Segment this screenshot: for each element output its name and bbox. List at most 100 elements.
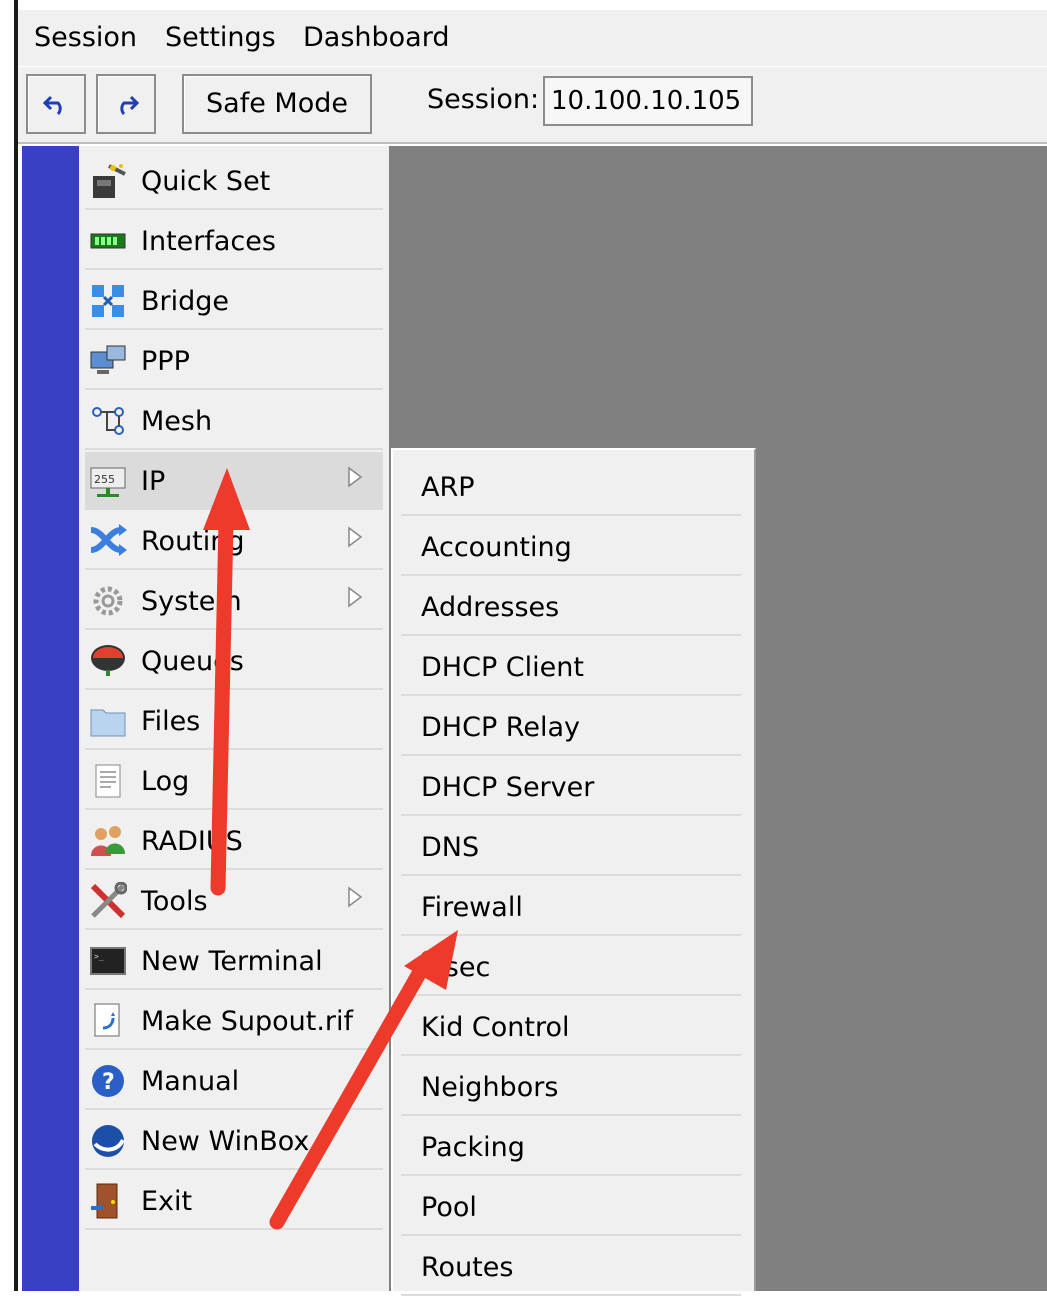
radius-icon xyxy=(89,822,127,860)
tools-icon xyxy=(89,881,128,920)
submenu-item-accounting[interactable]: Accounting xyxy=(401,518,741,576)
svg-text:>_: >_ xyxy=(94,952,104,961)
submenu-item-dhcp-server[interactable]: DHCP Server xyxy=(401,758,741,816)
sidebar-item-mesh[interactable]: Mesh xyxy=(85,392,383,450)
exit-icon xyxy=(89,1182,127,1220)
interfaces-icon xyxy=(89,222,127,260)
sidebar-item-files[interactable]: Files xyxy=(85,692,383,750)
submenu-item-dhcp-relay[interactable]: DHCP Relay xyxy=(401,698,741,756)
sidebar-item-label: RADIUS xyxy=(141,826,243,857)
undo-button[interactable] xyxy=(26,74,86,134)
submenu-item-kid-control[interactable]: Kid Control xyxy=(401,998,741,1056)
submenu-item-dhcp-client[interactable]: DHCP Client xyxy=(401,638,741,696)
submenu-item-label: Accounting xyxy=(421,532,572,563)
winbox-window: Session Settings Dashboard Safe Mode Ses… xyxy=(0,0,1047,1296)
sidebar-item-exit[interactable]: Exit xyxy=(85,1172,383,1230)
sidebar-item-ip[interactable]: 255 IP xyxy=(85,452,383,510)
sidebar-item-tools[interactable]: Tools xyxy=(85,872,383,930)
sidebar-item-system[interactable]: System xyxy=(85,572,383,630)
queues-icon xyxy=(89,642,127,680)
submenu-item-label: ARP xyxy=(421,472,475,503)
submenu-item-pool[interactable]: Pool xyxy=(401,1178,741,1236)
log-icon xyxy=(89,762,127,800)
submenu-arrow-icon xyxy=(347,586,363,608)
sidebar-item-radius[interactable]: RADIUS xyxy=(85,812,383,870)
session-field[interactable]: 10.100.10.105 xyxy=(543,76,753,126)
sidebar-item-label: IP xyxy=(141,466,166,497)
winbox-icon xyxy=(89,1122,127,1160)
terminal-icon: >_ xyxy=(89,942,127,980)
submenu-item-label: Routes xyxy=(421,1252,514,1283)
sidebar-item-label: Routing xyxy=(141,526,245,557)
sidebar-item-label: PPP xyxy=(141,346,190,377)
redo-icon xyxy=(120,95,139,115)
sidebar-item-label: Queues xyxy=(141,646,244,677)
system-icon xyxy=(89,582,127,620)
toolbar: Safe Mode Session: 10.100.10.105 xyxy=(18,66,1047,144)
sidebar-accent-strip xyxy=(22,146,79,1291)
svg-text:?: ? xyxy=(102,1070,115,1095)
sidebar-item-label: Tools xyxy=(141,886,208,917)
submenu-item-arp[interactable]: ARP xyxy=(401,458,741,516)
submenu-item-ipsec[interactable]: IPsec xyxy=(401,938,741,996)
sidebar-item-label: New WinBox xyxy=(141,1126,310,1157)
submenu-item-label: Addresses xyxy=(421,592,560,623)
redo-button[interactable] xyxy=(96,74,156,134)
sidebar-item-label: Quick Set xyxy=(141,166,271,197)
submenu-item-addresses[interactable]: Addresses xyxy=(401,578,741,636)
submenu-arrow-icon xyxy=(347,466,363,488)
ip-submenu: ARP Accounting Addresses DHCP Client DHCP Re… xyxy=(391,448,756,1296)
sidebar-item-log[interactable]: Log xyxy=(85,752,383,810)
submenu-item-firewall[interactable]: Firewall xyxy=(401,878,741,936)
sidebar-item-new-terminal[interactable]: >_ New Terminal xyxy=(85,932,383,990)
routing-icon xyxy=(89,522,127,560)
submenu-item-dns[interactable]: DNS xyxy=(401,818,741,876)
sidebar-item-label: Log xyxy=(141,766,190,797)
submenu-item-label: DHCP Server xyxy=(421,772,595,803)
submenu-item-label: DHCP Client xyxy=(421,652,584,683)
sidebar-item-label: Manual xyxy=(141,1066,240,1097)
submenu-arrow-icon xyxy=(347,526,363,548)
sidebar-item-ppp[interactable]: PPP xyxy=(85,332,383,390)
undo-icon xyxy=(43,95,62,115)
menu-bar: Session Settings Dashboard xyxy=(18,10,1047,66)
files-icon xyxy=(89,702,127,740)
safe-mode-button[interactable]: Safe Mode xyxy=(182,74,372,134)
sidebar-item-label: System xyxy=(141,586,242,617)
quick-set-icon xyxy=(89,162,127,200)
submenu-item-label: IPsec xyxy=(421,952,491,983)
submenu-arrow-icon xyxy=(347,886,363,908)
sidebar-item-label: Make Supout.rif xyxy=(141,1006,354,1037)
submenu-item-label: Neighbors xyxy=(421,1072,559,1103)
sidebar-item-label: New Terminal xyxy=(141,946,323,977)
bridge-icon xyxy=(89,282,127,320)
sidebar-item-routing[interactable]: Routing xyxy=(85,512,383,570)
sidebar-item-make-supout-rif[interactable]: Make Supout.rif xyxy=(85,992,383,1050)
sidebar-item-interfaces[interactable]: Interfaces xyxy=(85,212,383,270)
sidebar-item-label: Interfaces xyxy=(141,226,276,257)
sidebar-item-label: Mesh xyxy=(141,406,213,437)
submenu-item-routes[interactable]: Routes xyxy=(401,1238,741,1296)
submenu-item-label: DNS xyxy=(421,832,480,863)
sidebar-item-bridge[interactable]: Bridge xyxy=(85,272,383,330)
ppp-icon xyxy=(89,342,127,380)
sidebar-item-queues[interactable]: Queues xyxy=(85,632,383,690)
sidebar-item-new-winbox[interactable]: New WinBox xyxy=(85,1112,383,1170)
menu-dashboard[interactable]: Dashboard xyxy=(301,22,451,53)
submenu-item-label: Packing xyxy=(421,1132,525,1163)
submenu-item-label: Pool xyxy=(421,1192,477,1223)
submenu-item-packing[interactable]: Packing xyxy=(401,1118,741,1176)
sidebar-item-quick-set[interactable]: Quick Set xyxy=(85,152,383,210)
supout-icon xyxy=(89,1002,127,1040)
sidebar-menu: Quick Set Interfaces Bridge PPP Mesh 255 IP Rou… xyxy=(79,146,389,1291)
ip-icon: 255 xyxy=(89,462,127,500)
sidebar-item-label: Bridge xyxy=(141,286,230,317)
submenu-item-label: Firewall xyxy=(421,892,523,923)
sidebar-item-manual[interactable]: ? Manual xyxy=(85,1052,383,1110)
mesh-icon xyxy=(89,402,127,440)
help-icon: ? xyxy=(89,1062,127,1100)
submenu-item-neighbors[interactable]: Neighbors xyxy=(401,1058,741,1116)
menu-session[interactable]: Session xyxy=(32,22,139,53)
menu-settings[interactable]: Settings xyxy=(163,22,278,53)
svg-text:255: 255 xyxy=(94,473,115,486)
